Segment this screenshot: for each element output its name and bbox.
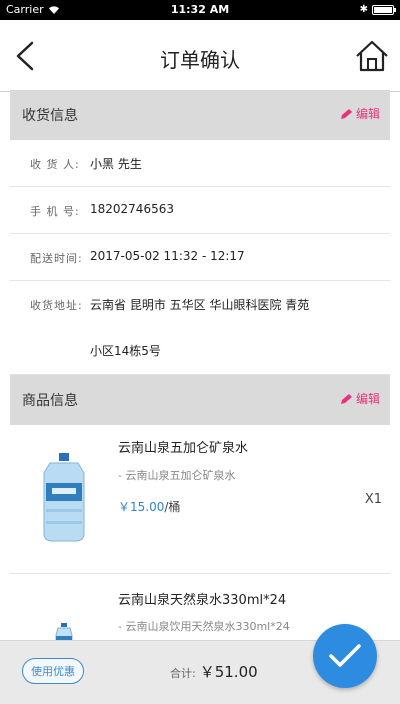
- address-line2: 小区14栋5号: [90, 344, 161, 358]
- status-time: 11:32 AM: [170, 3, 230, 16]
- receiver-name-label: 收 货 人:: [30, 158, 80, 171]
- edit-goods-button[interactable]: 编辑: [340, 390, 380, 407]
- edit-receiver-button[interactable]: 编辑: [340, 105, 380, 122]
- status-right: ✱: [359, 4, 396, 15]
- home-icon: [356, 40, 388, 72]
- water-bottle-image: [55, 623, 73, 640]
- edit-receiver-label: 编辑: [355, 107, 380, 121]
- order-total: 合计: ￥51.00: [170, 661, 258, 682]
- receiver-phone-row: 手 机 号: 18202746563: [10, 187, 390, 234]
- battery-fill: [374, 6, 392, 13]
- product-name: 云南山泉五加仑矿泉水: [118, 441, 249, 456]
- use-coupon-button[interactable]: 使用优惠: [22, 658, 84, 684]
- receiver-phone-label: 手 机 号:: [30, 205, 80, 218]
- page-title: 订单确认: [160, 48, 240, 72]
- battery-icon: [372, 4, 396, 15]
- total-amount: ￥51.00: [199, 663, 258, 681]
- nav-bar: 订单确认: [0, 20, 400, 92]
- receiver-phone-value: 18202746563: [90, 202, 174, 216]
- product-item[interactable]: 云南山泉五加仑矿泉水 - 云南山泉五加仑矿泉水 ￥15.00/桶 X1: [10, 425, 390, 575]
- receiver-section-header: 收货信息 编辑: [10, 90, 390, 140]
- address-row: 收货地址: 云南省 昆明市 五华区 华山眼科医院 青苑: [10, 281, 390, 375]
- product-name: 云南山泉天然泉水330ml*24: [118, 593, 287, 608]
- home-button[interactable]: [354, 38, 390, 74]
- product-quantity: X1: [364, 492, 382, 507]
- product-subtitle: - 云南山泉饮用天然泉水330ml*24: [118, 620, 290, 633]
- status-bar: Carrier 11:32 AM ✱: [0, 0, 400, 20]
- confirm-order-button[interactable]: [313, 624, 377, 688]
- edit-goods-label: 编辑: [355, 392, 380, 406]
- pencil-icon: [340, 108, 352, 119]
- product-price: ￥15.00/桶: [118, 498, 180, 515]
- pencil-icon: [340, 393, 352, 404]
- receiver-section-title: 收货信息: [22, 108, 78, 124]
- receiver-name-row: 收 货 人: 小黑 先生: [10, 140, 390, 187]
- goods-section-header: 商品信息 编辑: [10, 375, 390, 425]
- delivery-time-row: 配送时间: 2017-05-02 11:32 - 12:17: [10, 234, 390, 281]
- product-price-value: ￥15.00: [118, 500, 165, 514]
- water-jug-image: [43, 453, 85, 542]
- address-line1: 云南省 昆明市 五华区 华山眼科医院 青苑: [90, 298, 310, 312]
- total-label: 合计:: [170, 667, 196, 680]
- bluetooth-icon: ✱: [359, 4, 368, 15]
- receiver-name-value: 小黑 先生: [90, 157, 142, 171]
- delivery-time-label: 配送时间:: [30, 252, 83, 265]
- goods-section-title: 商品信息: [22, 393, 78, 409]
- product-divider: [10, 573, 390, 574]
- product-price-unit: /桶: [164, 500, 181, 514]
- checkmark-icon: [329, 644, 361, 667]
- address-label: 收货地址:: [30, 299, 83, 312]
- product-subtitle: - 云南山泉五加仑矿泉水: [118, 469, 236, 482]
- delivery-time-value: 2017-05-02 11:32 - 12:17: [90, 249, 245, 263]
